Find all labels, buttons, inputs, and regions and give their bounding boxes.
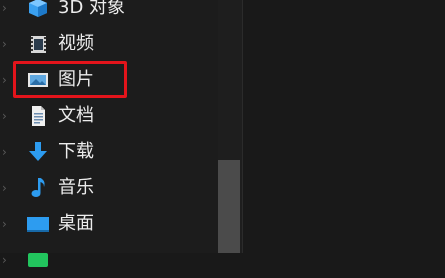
documents-icon	[26, 105, 50, 127]
nav-item-label: 视频	[58, 33, 94, 54]
scrollbar-thumb[interactable]	[218, 160, 240, 253]
chevron-right-icon[interactable]: ›	[2, 180, 12, 196]
videos-icon	[26, 33, 50, 55]
chevron-right-icon[interactable]: ›	[2, 252, 12, 268]
nav-item-music[interactable]: › 音乐	[0, 170, 210, 206]
highlight-box	[13, 61, 127, 98]
content-pane	[243, 0, 445, 253]
navigation-pane: › 3D 对象 › 视频 › 图片 › 文档 › 下载 › 音乐 › 桌面 ›	[0, 0, 242, 267]
nav-item-videos[interactable]: › 视频	[0, 26, 210, 62]
nav-item-3d-objects[interactable]: › 3D 对象	[0, 0, 210, 26]
chevron-right-icon[interactable]: ›	[2, 144, 12, 160]
nav-item-label: 音乐	[58, 177, 94, 198]
nav-item-desktop[interactable]: › 桌面	[0, 206, 210, 242]
chevron-right-icon[interactable]: ›	[2, 72, 12, 88]
desktop-icon	[26, 213, 50, 235]
nav-item-drive[interactable]: ›	[0, 242, 210, 278]
chevron-right-icon[interactable]: ›	[2, 0, 12, 16]
3d-objects-icon	[26, 0, 50, 19]
drive-icon	[26, 249, 50, 271]
nav-item-label: 3D 对象	[58, 0, 126, 18]
nav-item-documents[interactable]: › 文档	[0, 98, 210, 134]
nav-item-label: 桌面	[58, 213, 94, 234]
nav-item-label: 文档	[58, 105, 94, 126]
vertical-scrollbar[interactable]	[218, 0, 242, 253]
nav-item-downloads[interactable]: › 下载	[0, 134, 210, 170]
downloads-icon	[26, 141, 50, 163]
chevron-right-icon[interactable]: ›	[2, 36, 12, 52]
chevron-right-icon[interactable]: ›	[2, 108, 12, 124]
nav-item-label: 下载	[58, 141, 94, 162]
music-icon	[26, 177, 50, 199]
chevron-right-icon[interactable]: ›	[2, 216, 12, 232]
